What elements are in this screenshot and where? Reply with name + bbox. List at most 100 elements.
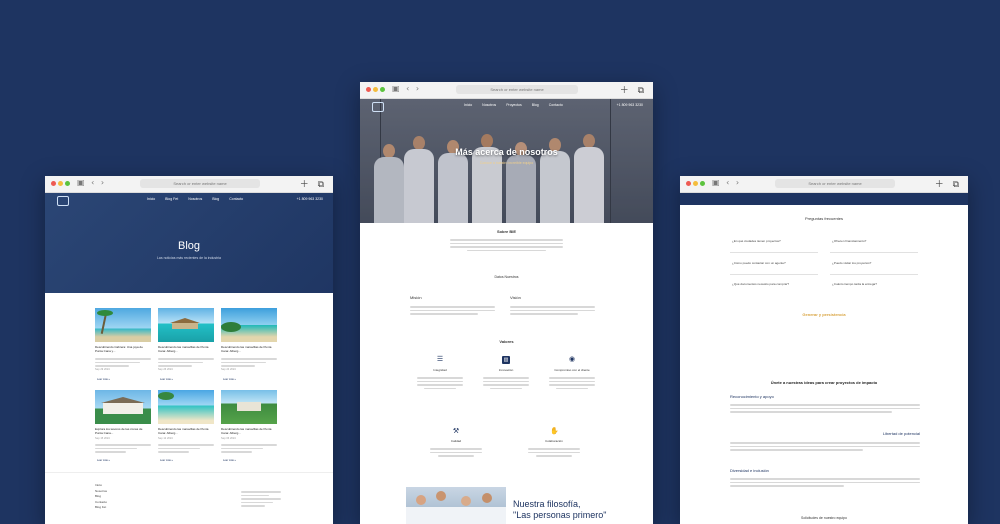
philosophy-title: Nuestra filosofía, [513, 499, 581, 509]
value-title: Colaboración [545, 439, 563, 443]
faq-divider [830, 274, 918, 275]
read-more-link[interactable]: Leer más » [223, 459, 236, 462]
post-date: Sep 15 2024 [95, 437, 110, 440]
value-title: Innovación [498, 368, 514, 372]
post-thumbnail[interactable] [95, 390, 151, 424]
about-hero-subtitle: Conoce a nuestro increíble equipo [479, 161, 534, 165]
close-dot[interactable] [51, 181, 56, 186]
faq-divider [730, 274, 818, 275]
paragraph [730, 476, 920, 489]
post-title[interactable]: Descubriendo Cabrera: Una joya de Punta … [95, 345, 151, 354]
post-excerpt [158, 442, 214, 455]
nav-link[interactable]: Contacto [549, 103, 563, 107]
maximize-dot[interactable] [700, 181, 705, 186]
faq-divider [730, 252, 818, 253]
value-title: Compromiso con el cliente [554, 368, 590, 372]
post-excerpt [221, 442, 277, 455]
post-title[interactable]: Descubriendo las maravillas de Punta Can… [158, 427, 214, 436]
minimize-dot[interactable] [693, 181, 698, 186]
post-date: Sep 24 2024 [221, 368, 236, 371]
read-more-link[interactable]: Leer más » [97, 459, 110, 462]
address-bar[interactable]: Search or enter website name [775, 179, 895, 188]
subheading-recognition: Reconocimiento y apoyo [730, 394, 774, 399]
post-title[interactable]: Descubriendo las maravillas de Punta Can… [221, 345, 277, 354]
paragraph [730, 402, 920, 415]
nav-link[interactable]: Nosotros [482, 103, 496, 107]
nav-phone[interactable]: +1 809 963 3230 [297, 197, 323, 201]
address-bar[interactable]: Search or enter website name [140, 179, 260, 188]
philosophy-photo [406, 487, 506, 524]
subheading-potential: Libertad de potencial [882, 431, 920, 436]
read-more-link[interactable]: Leer más » [160, 378, 173, 381]
post-date: Sep 26 2024 [158, 368, 173, 371]
read-more-link[interactable]: Leer más » [223, 378, 236, 381]
list-icon: ☰ [436, 356, 444, 363]
faq-question[interactable]: ¿Qué documentos necesito para comprar? [732, 282, 812, 286]
address-bar[interactable]: Search or enter website name [456, 85, 578, 94]
post-thumbnail[interactable] [158, 390, 214, 424]
post-title[interactable]: Descubriendo las maravillas de Punta Can… [221, 427, 277, 436]
post-thumbnail[interactable] [221, 390, 277, 424]
about-hero: Inicio Nosotros Proyectos Blog Contacto … [360, 99, 653, 223]
new-tab-icon[interactable]: ＋ ⧉ [620, 83, 647, 96]
browser-toolbar: ▣ ‹ › Search or enter website name ＋ ⧉ [680, 176, 968, 193]
close-dot[interactable] [686, 181, 691, 186]
value-text [528, 446, 580, 459]
paragraph [730, 440, 920, 453]
post-thumbnail[interactable] [221, 308, 277, 342]
faq-top-band [680, 193, 968, 205]
new-tab-icon[interactable]: ＋ ⧉ [935, 177, 962, 190]
bottom-heading: Solicitudes de nuestro equipo [801, 516, 847, 520]
value-title: Calidad [450, 439, 462, 443]
section-title-datos: Datos Nuestros [494, 275, 519, 279]
sidebar-back-forward-icon[interactable]: ▣ ‹ › [392, 84, 421, 93]
post-title[interactable]: Descubriendo las maravillas de Punta Can… [158, 345, 214, 354]
faq-question[interactable]: ¿En qué ciudades tienen proyectos? [732, 239, 812, 243]
site-logo[interactable] [372, 102, 384, 112]
nav-link[interactable]: Blog Fet [165, 197, 178, 201]
nav-link[interactable]: Nosotros [188, 197, 202, 201]
nav-link[interactable]: Blog [532, 103, 539, 107]
sidebar-back-forward-icon[interactable]: ▣ ‹ › [77, 178, 106, 187]
site-nav: Inicio Nosotros Proyectos Blog Contacto … [360, 99, 653, 113]
maximize-dot[interactable] [65, 181, 70, 186]
faq-question[interactable]: ¿Puedo visitar los proyectos? [832, 261, 912, 265]
nav-link[interactable]: Inicio [147, 197, 155, 201]
post-thumbnail[interactable] [95, 308, 151, 342]
post-title[interactable]: Explora los tesoros de las zonas de Punt… [95, 427, 151, 436]
hammer-icon: ⚒ [452, 428, 460, 435]
nav-link[interactable]: Blog [212, 197, 219, 201]
nav-link[interactable]: Contacto [229, 197, 243, 201]
maximize-dot[interactable] [380, 87, 385, 92]
post-excerpt [221, 356, 277, 369]
post-thumbnail[interactable] [158, 308, 214, 342]
accent-heading: Generar y persistencia [802, 312, 846, 317]
vision-label: Visión [510, 295, 521, 300]
faq-question[interactable]: ¿Ofrecen financiamiento? [832, 239, 912, 243]
read-more-link[interactable]: Leer más » [160, 459, 173, 462]
new-tab-icon[interactable]: ＋ ⧉ [300, 177, 327, 190]
footer-link[interactable]: Blog Fet [95, 505, 107, 511]
nav-link[interactable]: Proyectos [506, 103, 522, 107]
close-dot[interactable] [366, 87, 371, 92]
post-date: Sep 12 2024 [158, 437, 173, 440]
section-title-sobre: Sobre BIE [496, 229, 517, 234]
nav-link[interactable]: Inicio [464, 103, 472, 107]
site-logo[interactable] [57, 196, 69, 206]
nav-phone[interactable]: +1 809 963 3230 [617, 103, 643, 107]
sidebar-back-forward-icon[interactable]: ▣ ‹ › [712, 178, 741, 187]
value-text [430, 446, 482, 459]
read-more-link[interactable]: Leer más » [97, 378, 110, 381]
faq-question[interactable]: ¿Cómo puedo contactar con un agente? [732, 261, 812, 265]
value-text [483, 375, 529, 391]
blog-window: ▣ ‹ › Search or enter website name ＋ ⧉ I… [45, 176, 333, 524]
site-nav: Inicio Blog Fet Nosotros Blog Contacto +… [45, 193, 333, 207]
minimize-dot[interactable] [58, 181, 63, 186]
value-text [549, 375, 595, 391]
philosophy-quote: "Las personas primero" [513, 510, 607, 520]
minimize-dot[interactable] [373, 87, 378, 92]
about-hero-title: Más acerca de nosotros [455, 147, 558, 157]
faq-question[interactable]: ¿Cuánto tiempo tarda la entrega? [832, 282, 912, 286]
chart-icon: ▥ [502, 356, 510, 364]
blog-hero: Inicio Blog Fet Nosotros Blog Contacto +… [45, 193, 333, 293]
